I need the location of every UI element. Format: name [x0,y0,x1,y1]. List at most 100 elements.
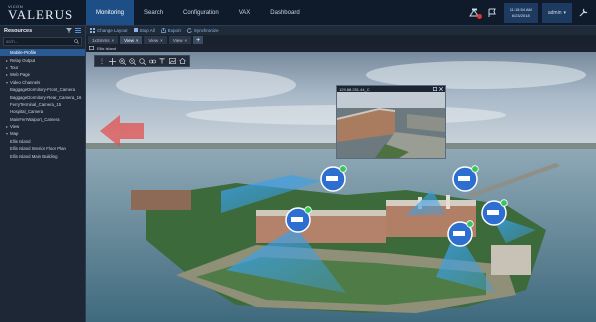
tree-item-label: BaggageDormitory-Front_Camera [10,87,75,93]
tab-label: View [124,37,134,43]
tree-item-label: FerryTerminal_Camera_15 [10,101,62,107]
tree-item-label: Video Channels [10,79,41,85]
map-title: Ellis Island [97,46,117,51]
add-tab-button[interactable]: + [193,36,204,44]
tree-item-relay-output[interactable]: ▸ Relay Output [0,56,85,63]
change-layout-button[interactable]: Change Layout [90,27,128,34]
map-toolbar: ⋮ [94,55,190,67]
tree-item-web-page[interactable]: ▸ Web Page [0,71,85,78]
tree-item-map-entry[interactable]: Ellis Island Main Building [0,152,85,159]
zoom-fit-icon[interactable] [138,57,146,65]
tree-item-label: Relay Output [10,57,36,63]
tree-item-label: View [10,124,20,130]
maximize-icon[interactable] [433,86,438,92]
tab-view-active[interactable]: View × [120,36,143,44]
tab-label: View [172,37,183,43]
flag-icon[interactable] [486,6,500,20]
synchronize-button[interactable]: Synchronize [186,27,219,34]
sidebar-title: Resources [4,28,33,34]
search-icon[interactable] [74,38,79,45]
resources-sidebar: Resources arch... Mobile-Profile ▸ Relay … [0,26,86,322]
tree-item-map[interactable]: ▾ Map [0,130,85,137]
close-icon[interactable]: × [160,38,163,43]
zoom-out-icon[interactable] [128,57,136,65]
nav-dashboard[interactable]: Dashboard [260,0,309,25]
stop-icon [133,28,138,33]
synchronize-label: Synchronize [193,28,219,33]
app-window: VICON VALERUS Monitoring Search Configur… [0,0,596,322]
tree-item-label: Hospital_Camera [10,109,44,115]
tab-view[interactable]: View × [168,36,192,44]
map-icon [89,46,95,51]
drag-handle-icon[interactable]: ⋮ [98,57,106,65]
notifications-icon[interactable] [468,6,482,20]
tab-view[interactable]: View × [144,36,167,44]
tree-item-label: Ellis Island Interior Floor Plan [10,146,66,152]
resource-tree: Mobile-Profile ▸ Relay Output ▸ Tour ▸ Web … [0,47,85,162]
map-title-bar: Ellis Island [86,45,596,52]
tree-item-camera[interactable]: BaggageDormitory-Rear_Camera_16 [0,93,85,100]
close-icon[interactable]: × [185,38,188,43]
sidebar-header: Resources [0,26,85,36]
pan-icon[interactable] [108,57,116,65]
top-right-controls: 11:15:54 AM 6/23/2018 admin ▾ [468,0,596,25]
monitoring-toolbar: Change Layout Stop All Export Synchroniz… [86,26,596,35]
close-icon[interactable] [439,86,443,92]
nav-vax[interactable]: VAX [229,0,261,25]
close-icon[interactable]: × [136,38,139,43]
tree-item-camera[interactable]: FerryTerminal_Camera_15 [0,101,85,108]
export-icon [160,27,166,34]
tree-item-view[interactable]: ▸ View [0,123,85,130]
filter-icon[interactable] [66,27,72,35]
brand-name: VALERUS [8,7,74,22]
link-icon[interactable] [148,57,156,65]
zoom-in-icon[interactable] [118,57,126,65]
live-video-popup[interactable]: 129.88.251.44_C [336,85,446,159]
wrench-icon[interactable] [576,6,590,20]
tree-item-label: Mobile-Profile [10,50,37,56]
nav-monitoring[interactable]: Monitoring [86,0,135,25]
camera-marker[interactable] [481,199,508,226]
resource-search-input[interactable]: arch... [3,37,82,46]
tree-item-map-entry[interactable]: Ellis Island Interior Floor Plan [0,145,85,152]
image-icon[interactable] [168,57,176,65]
user-name: admin [547,9,562,16]
camera-marker[interactable] [285,206,312,233]
sync-icon [186,27,192,34]
top-bar: VICON VALERUS Monitoring Search Configur… [0,0,596,26]
notification-badge [476,13,482,19]
map-view[interactable]: Ellis Island ⋮ 129.88.251.44_C [86,45,596,322]
camera-marker[interactable] [320,165,347,192]
close-icon[interactable]: × [112,38,115,43]
clock-display: 11:15:54 AM 6/23/2018 [503,2,538,23]
brand-logo: VICON VALERUS [0,0,86,25]
tree-item-tour[interactable]: ▸ Tour [0,64,85,71]
main-nav: Monitoring Search Configuration VAX Dash… [86,0,310,25]
tab-label: View [148,37,159,43]
text-tool-icon[interactable] [158,57,166,65]
tree-item-label: Ellis Island [10,138,31,144]
tree-item-mobile-profile[interactable]: Mobile-Profile [0,49,85,57]
tree-item-camera[interactable]: MainFerrWaiport_Camera [0,116,85,123]
user-menu[interactable]: admin ▾ [541,2,572,23]
layout-grid-icon [90,27,95,34]
stop-all-button[interactable]: Stop All [133,28,155,33]
nav-search[interactable]: Search [134,0,173,25]
tree-item-camera[interactable]: BaggageDormitory-Front_Camera [0,86,85,93]
camera-marker[interactable] [452,165,479,192]
stop-all-label: Stop All [139,28,155,33]
tree-item-video-channels[interactable]: ▾ Video Channels [0,79,85,86]
live-video-frame [337,92,445,158]
tree-item-map-entry[interactable]: Ellis Island [0,138,85,145]
export-button[interactable]: Export [160,27,181,34]
home-icon[interactable] [178,57,186,65]
camera-marker[interactable] [447,220,474,247]
tab-label: 1xSmms [92,37,110,43]
list-view-icon[interactable] [75,27,81,35]
change-layout-label: Change Layout [97,28,128,33]
chevron-down-icon: ▾ [563,9,566,16]
tree-item-camera[interactable]: Hospital_Camera [0,108,85,115]
tree-item-label: MainFerrWaiport_Camera [10,116,60,122]
nav-configuration[interactable]: Configuration [173,0,229,25]
tab-1xsmms[interactable]: 1xSmms × [88,36,119,44]
